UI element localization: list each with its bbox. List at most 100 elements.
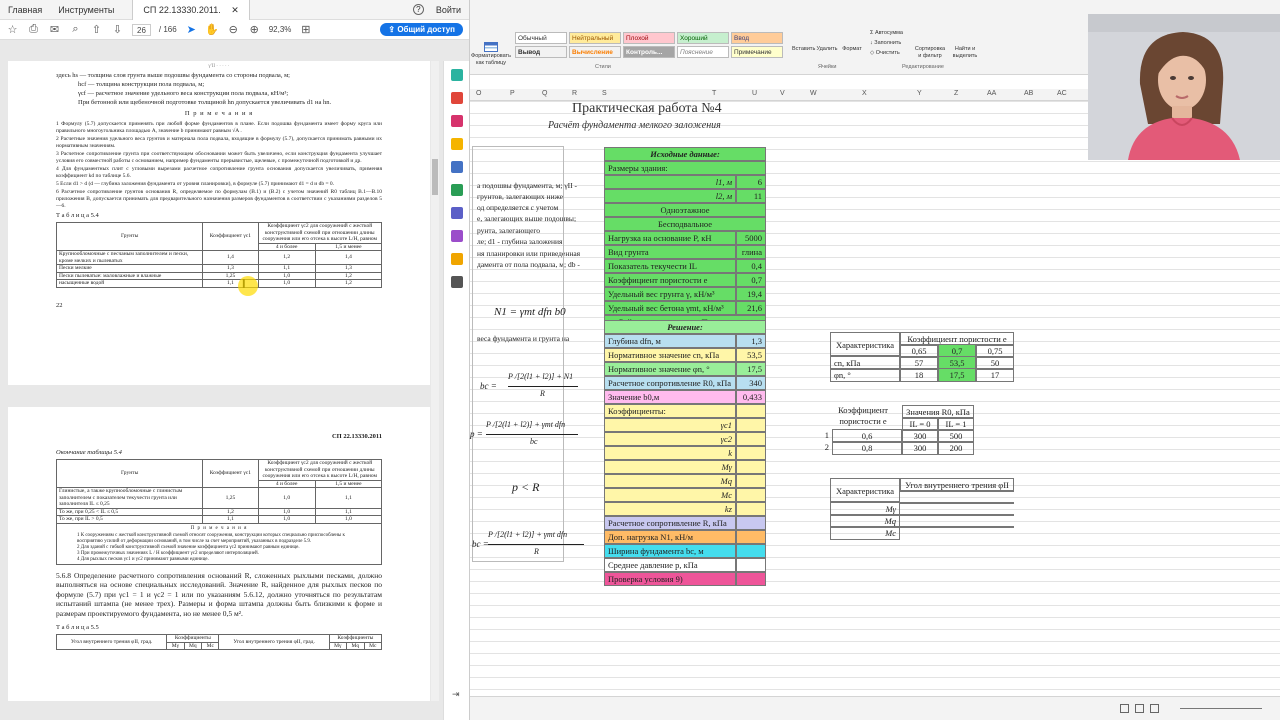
cn-label[interactable]: Нормативное значение cn, кПа <box>604 348 736 362</box>
close-icon[interactable]: ✕ <box>223 5 239 15</box>
fill-button[interactable]: ↓ Заполнить <box>870 40 901 46</box>
tab-document[interactable]: СП 22.13330.2011. ✕ <box>132 0 250 20</box>
page-number-input[interactable]: 26 <box>132 23 151 36</box>
coef-gc2[interactable]: γc2 <box>604 432 736 446</box>
l2-label[interactable]: l2, м <box>604 189 736 203</box>
create-pdf-icon[interactable] <box>450 92 463 104</box>
coef-mc[interactable]: Mc <box>604 488 736 502</box>
cn-value[interactable]: 53,5 <box>736 348 766 362</box>
style-explanatory[interactable]: Пояснение <box>677 46 729 58</box>
bc-label[interactable]: Ширина фундамента bc, м <box>604 544 736 558</box>
solution-header[interactable]: Решение: <box>604 320 766 334</box>
check-label[interactable]: Проверка условия 9) <box>604 572 736 586</box>
column-header[interactable]: T <box>712 90 716 97</box>
more-tools-icon[interactable] <box>450 276 463 288</box>
e-label[interactable]: Коэффициент пористости e <box>604 273 736 287</box>
column-header[interactable]: Z <box>954 90 958 97</box>
coef-mq[interactable]: Mq <box>604 474 736 488</box>
column-header[interactable]: U <box>752 90 757 97</box>
column-header[interactable]: V <box>780 90 785 97</box>
size-header[interactable]: Размеры здания: <box>604 161 766 175</box>
gamma-concrete-label[interactable]: Удельный вес бетона γmt, кН/м³ <box>604 301 736 315</box>
soil-label[interactable]: Вид грунта <box>604 245 736 259</box>
edit-pdf-icon[interactable] <box>450 115 463 127</box>
pdf-scrollbar[interactable] <box>431 61 439 701</box>
style-calculation[interactable]: Вычисление <box>569 46 621 58</box>
zoom-in-icon[interactable]: ⊕ <box>248 23 261 36</box>
l2-value[interactable]: 11 <box>736 189 766 203</box>
find-select-button[interactable]: Найти и выделить <box>950 46 980 60</box>
l1-value[interactable]: 6 <box>736 175 766 189</box>
fill-sign-icon[interactable] <box>450 230 463 242</box>
column-header[interactable]: W <box>810 90 817 97</box>
p-label[interactable]: Среднее давление p, кПа <box>604 558 736 572</box>
style-normal[interactable]: Обычный <box>515 32 567 44</box>
input-header[interactable]: Исходные данные: <box>604 147 766 161</box>
phin-value[interactable]: 17,5 <box>736 362 766 376</box>
column-header[interactable]: AC <box>1057 90 1067 97</box>
column-header[interactable]: P <box>510 90 515 97</box>
worksheet-grid[interactable] <box>470 101 1280 696</box>
b0-label[interactable]: Значение b0,м <box>604 390 736 404</box>
b0-value[interactable]: 0,433 <box>736 390 766 404</box>
column-header[interactable]: X <box>862 90 867 97</box>
style-bad[interactable]: Плохой <box>623 32 675 44</box>
cursor-icon[interactable]: ➤ <box>185 23 198 36</box>
autosum-button[interactable]: Σ Автосумма <box>870 30 903 36</box>
comment-icon[interactable] <box>450 138 463 150</box>
r0-value[interactable]: 340 <box>736 376 766 390</box>
hand-icon[interactable]: ✋ <box>205 23 219 36</box>
style-note[interactable]: Примечание <box>731 46 783 58</box>
bookmark-icon[interactable]: ☆ <box>6 23 19 36</box>
dfn-label[interactable]: Глубина dfn, м <box>604 334 736 348</box>
protect-icon[interactable] <box>450 207 463 219</box>
clear-button[interactable]: ◇ Очистить <box>870 50 900 56</box>
il-label[interactable]: Показатель текучести IL <box>604 259 736 273</box>
share-button[interactable]: ⇪ Общий доступ <box>380 23 463 36</box>
combine-icon[interactable] <box>450 161 463 173</box>
gamma-label[interactable]: Удельный вес грунта γ, кН/м³ <box>604 287 736 301</box>
pdf-document[interactable]: γ′II · · · · · здесь hs — толщина слоя г… <box>8 61 430 701</box>
column-header[interactable]: S <box>602 90 607 97</box>
view-buttons[interactable] <box>1120 704 1170 713</box>
column-header[interactable]: Y <box>917 90 922 97</box>
t1-label[interactable]: Характеристика <box>830 332 900 356</box>
zoom-slider[interactable] <box>1180 708 1262 709</box>
help-icon[interactable]: ? <box>412 4 424 15</box>
page-up-icon[interactable]: ⇧ <box>90 23 103 36</box>
column-header[interactable]: AA <box>987 90 996 97</box>
il-value[interactable]: 0,4 <box>736 259 766 273</box>
column-header[interactable]: R <box>572 90 577 97</box>
delete-cells-button[interactable]: Удалить <box>816 46 838 53</box>
phin-label[interactable]: Нормативное значение φn, ° <box>604 362 736 376</box>
r-label[interactable]: Расчетное сопротивление R, кПа <box>604 516 736 530</box>
coef-kz[interactable]: kz <box>604 502 736 516</box>
column-header[interactable]: AB <box>1024 90 1033 97</box>
gamma-value[interactable]: 19,4 <box>736 287 766 301</box>
load-value[interactable]: 5000 <box>736 231 766 245</box>
style-neutral[interactable]: Нейтральный <box>569 32 621 44</box>
sort-filter-button[interactable]: Сортировка и фильтр <box>913 46 947 60</box>
fit-icon[interactable]: ⊞ <box>299 23 312 36</box>
normal-view-icon[interactable] <box>1120 704 1129 713</box>
l1-label[interactable]: l1, м <box>604 175 736 189</box>
send-icon[interactable] <box>450 253 463 265</box>
e-value[interactable]: 0,7 <box>736 273 766 287</box>
r0-label[interactable]: Расчетное сопротивление R0, кПа <box>604 376 736 390</box>
format-as-table-button[interactable]: Форматировать как таблицу <box>470 42 512 67</box>
style-output[interactable]: Вывод <box>515 46 567 58</box>
coef-label[interactable]: Коэффициенты: <box>604 404 736 418</box>
format-cells-button[interactable]: Формат <box>840 46 864 53</box>
export-pdf-icon[interactable] <box>450 69 463 81</box>
login-button[interactable]: Войти <box>436 5 461 15</box>
organize-icon[interactable] <box>450 184 463 196</box>
zoom-out-icon[interactable]: ⊖ <box>227 23 240 36</box>
zoom-level[interactable]: 92,3% <box>269 25 292 34</box>
coef-k[interactable]: k <box>604 446 736 460</box>
column-header[interactable]: Q <box>542 90 547 97</box>
n1-label[interactable]: Доп. нагрузка N1, кН/м <box>604 530 736 544</box>
collapse-panel-icon[interactable]: ⇥ <box>452 689 460 700</box>
page-layout-icon[interactable] <box>1135 704 1144 713</box>
basement-value[interactable]: Бесподвальное <box>604 217 766 231</box>
page-down-icon[interactable]: ⇩ <box>111 23 124 36</box>
